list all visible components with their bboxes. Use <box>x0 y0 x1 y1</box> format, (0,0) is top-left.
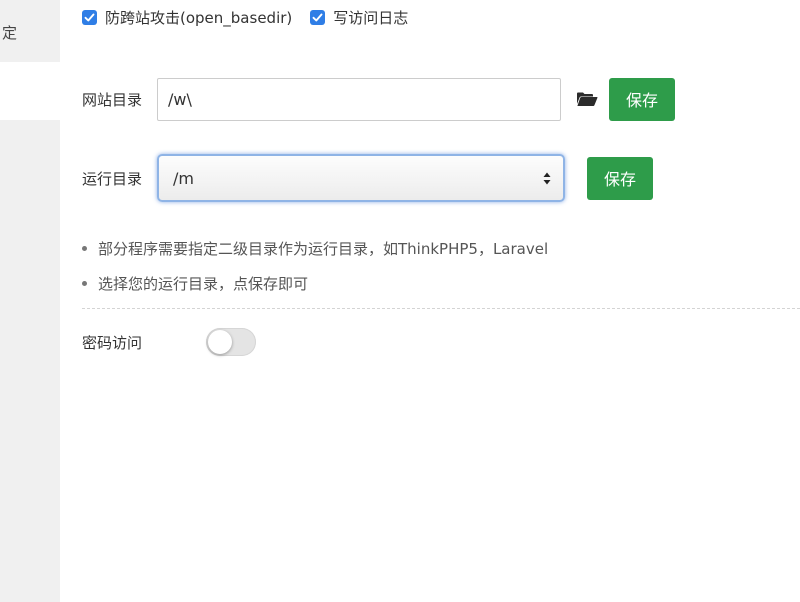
run-dir-label: 运行目录 <box>82 169 143 188</box>
note-text: 选择您的运行目录，点保存即可 <box>98 274 309 293</box>
sidebar-item-settings[interactable]: 定 <box>0 4 60 62</box>
open-basedir-option[interactable]: 防跨站攻击(open_basedir) <box>82 7 292 28</box>
password-access-toggle[interactable] <box>206 328 256 356</box>
open-basedir-checkbox[interactable] <box>82 9 97 25</box>
password-access-row: 密码访问 <box>82 328 256 356</box>
list-item: 选择您的运行目录，点保存即可 <box>82 273 798 293</box>
save-site-dir-button[interactable]: 保存 <box>609 77 675 121</box>
site-settings-window: 定 防跨站攻击(open_basedir) 写访问日志 网站目录 /w\ 保存 … <box>0 0 800 602</box>
option-checkboxes: 防跨站攻击(open_basedir) 写访问日志 <box>82 6 426 28</box>
toggle-knob <box>208 330 232 354</box>
folder-open-icon[interactable] <box>575 87 599 111</box>
bullet-icon <box>82 245 87 251</box>
site-dir-row: 网站目录 保存 <box>82 77 675 121</box>
sidebar-item-label: 定 <box>2 24 18 42</box>
sidebar-item-active[interactable] <box>0 62 60 120</box>
run-dir-selected-value: /m <box>173 168 194 188</box>
checkmark-icon <box>84 13 95 21</box>
password-access-label: 密码访问 <box>82 333 143 352</box>
sidebar: 定 <box>0 0 60 602</box>
write-log-label: 写访问日志 <box>333 8 409 27</box>
list-item: 部分程序需要指定二级目录作为运行目录，如ThinkPHP5，Laravel <box>82 238 798 258</box>
note-text: 部分程序需要指定二级目录作为运行目录，如ThinkPHP5，Laravel <box>98 239 549 258</box>
dashed-divider <box>82 308 800 309</box>
run-dir-row: 运行目录 /m 保存 <box>82 154 653 202</box>
open-basedir-label: 防跨站攻击(open_basedir) <box>105 8 293 27</box>
checkmark-icon <box>312 13 323 21</box>
folder-open-icon-svg <box>577 92 598 106</box>
run-dir-notes: 部分程序需要指定二级目录作为运行目录，如ThinkPHP5，Laravel 选择… <box>82 238 798 308</box>
run-dir-select[interactable]: /m <box>157 154 565 202</box>
site-dir-input[interactable] <box>157 77 561 121</box>
write-log-checkbox[interactable] <box>310 9 326 25</box>
main-panel: 防跨站攻击(open_basedir) 写访问日志 网站目录 保存 <box>60 0 800 602</box>
save-run-dir-button[interactable]: 保存 <box>587 156 653 200</box>
select-arrows-icon <box>543 172 551 185</box>
write-log-option[interactable]: 写访问日志 <box>310 7 408 28</box>
site-dir-label: 网站目录 <box>82 90 143 109</box>
bullet-icon <box>82 280 87 286</box>
